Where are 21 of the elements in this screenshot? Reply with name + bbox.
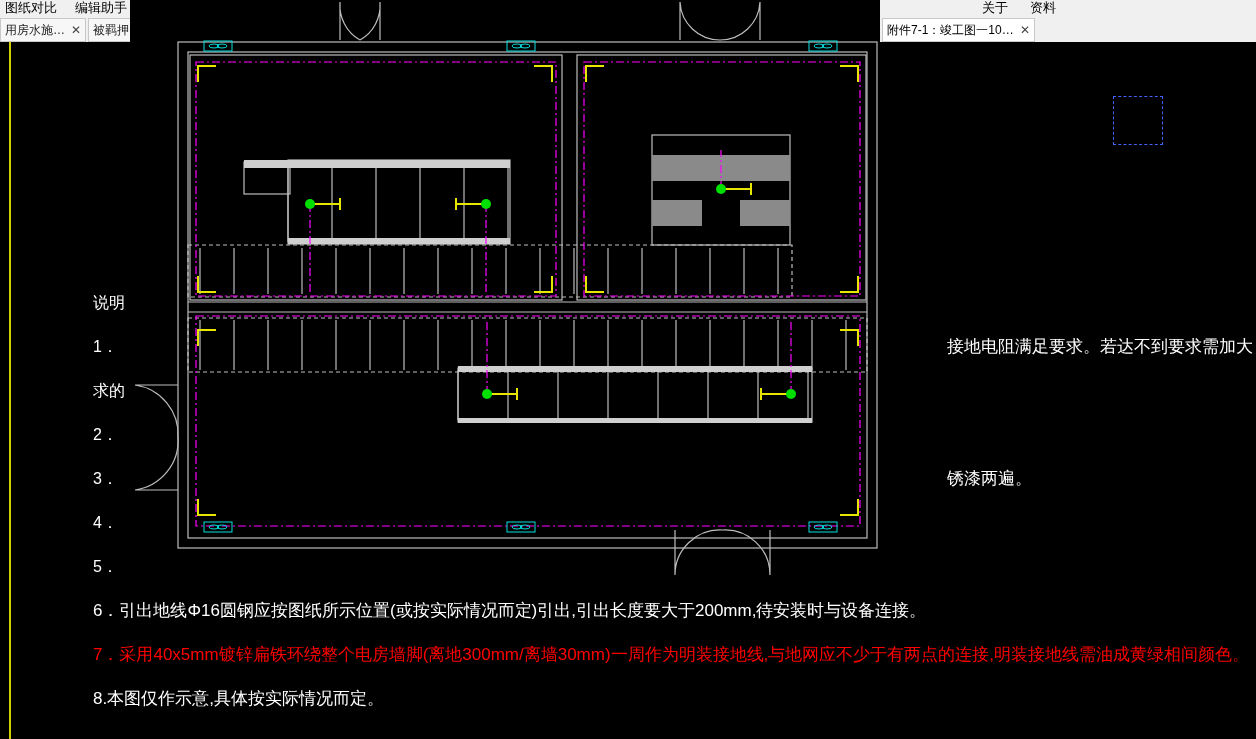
dashed-square-icon xyxy=(1113,96,1163,145)
note-text: 8.本图仅作示意,具体按实际情况而定。 xyxy=(93,688,384,711)
note-text: 接地电阻满足要求。若达不到要求需加大 xyxy=(947,336,1253,359)
note-text: 6．引出地线Φ16圆钢应按图纸所示位置(或按实际情况而定)引出,引出长度要大于200mm,待安装时与设备连接。 xyxy=(93,600,927,623)
note-text: 1． xyxy=(93,337,119,357)
note-text: 锈漆两遍。 xyxy=(947,468,1032,491)
menu-item[interactable]: 关于 xyxy=(982,0,1008,18)
note-text: 4． xyxy=(93,513,118,533)
menu-item[interactable]: 编辑助手 xyxy=(75,0,127,18)
document-tab[interactable]: 附件7-1：竣工图一10… ✕ xyxy=(882,18,1035,42)
note-text: 2． xyxy=(93,425,118,445)
note-text: 7．采用40x5mm镀锌扁铁环绕整个电房墙脚(离地300mm/离墙30mm)一周作为明装接地线,与地网应不少于有两点的连接,明装接地线需油成黄绿相间颜色。 xyxy=(93,644,1250,667)
note-text: 求的 xyxy=(93,381,125,401)
menu-item[interactable]: 资料 xyxy=(1030,0,1056,18)
close-icon[interactable]: ✕ xyxy=(71,21,81,39)
note-text: 说明 xyxy=(93,293,125,313)
close-icon[interactable]: ✕ xyxy=(1019,21,1030,39)
document-tab[interactable]: 用房水施… ✕ xyxy=(0,18,86,42)
menu-item[interactable]: 图纸对比 xyxy=(5,0,57,18)
note-text: 3． xyxy=(93,469,119,489)
note-text: 5． xyxy=(93,557,118,577)
